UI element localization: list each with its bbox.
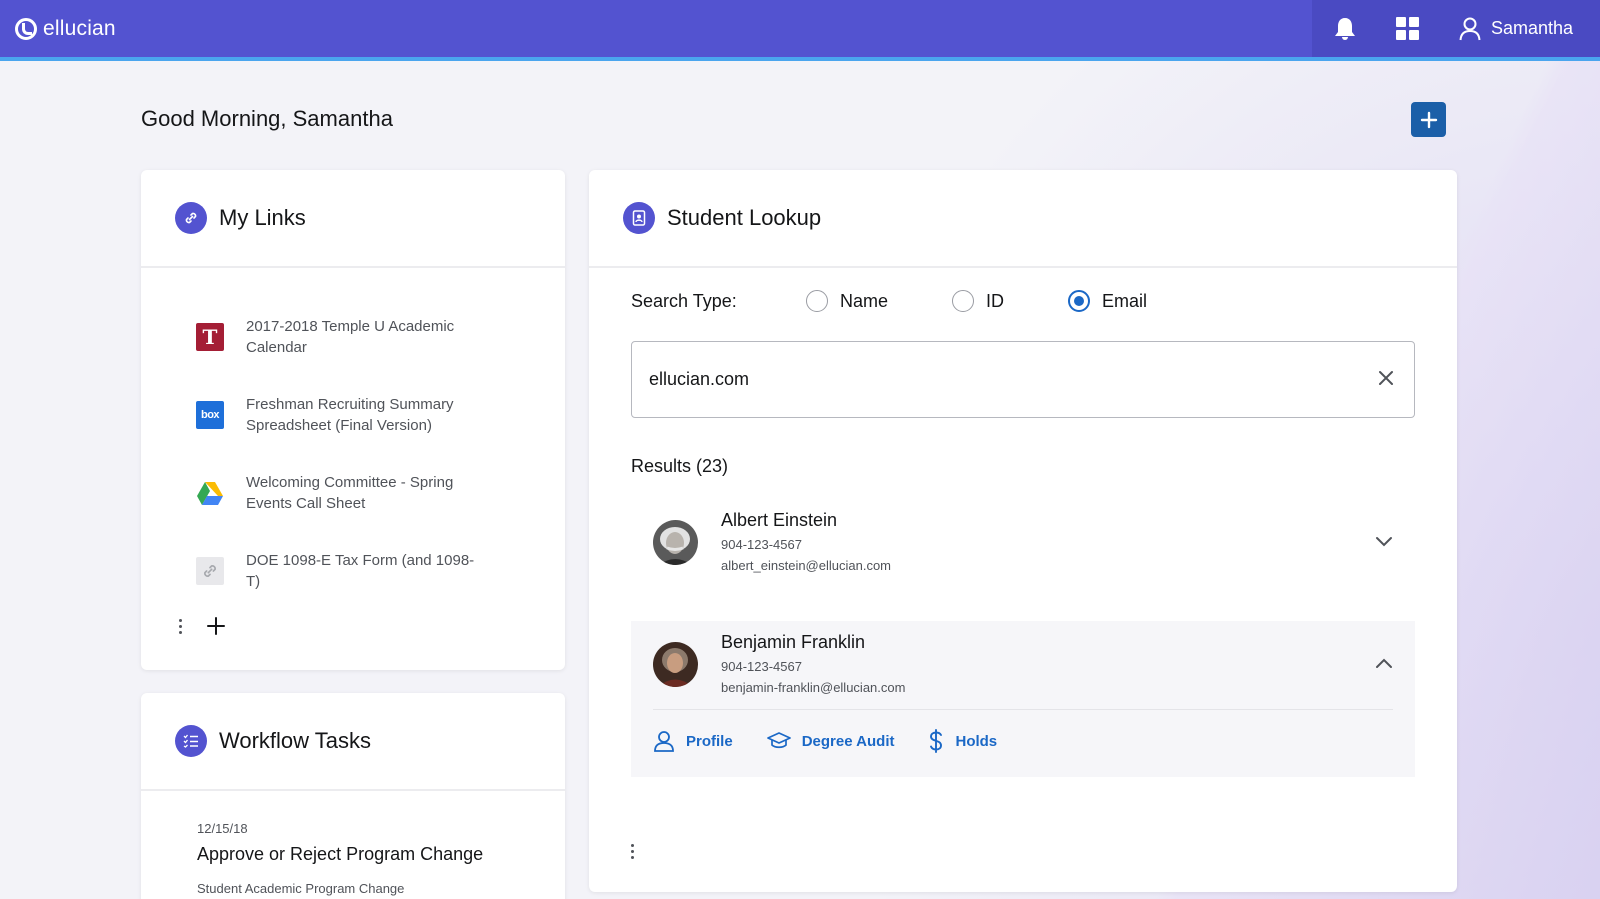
student-name: Albert Einstein (721, 510, 838, 530)
student-lookup-card: Student Lookup Search Type: Name ID Emai… (589, 170, 1457, 892)
brand-name: ellucian (43, 16, 116, 40)
link-item-welcoming-committee[interactable]: Welcoming Committee - Spring Events Call… (196, 454, 565, 532)
link-icon (175, 202, 207, 234)
link-item-tax-form[interactable]: DOE 1098-E Tax Form (and 1098-T) (196, 532, 565, 610)
user-icon (1459, 17, 1481, 40)
search-field[interactable] (631, 341, 1415, 418)
box-icon: box (196, 401, 224, 429)
link-item-recruiting-summary[interactable]: box Freshman Recruiting Summary Spreadsh… (196, 376, 565, 454)
add-link-button[interactable] (206, 616, 226, 636)
holds-label: Holds (955, 732, 998, 750)
id-card-icon (623, 202, 655, 234)
my-links-header: My Links (141, 170, 565, 268)
result-row-albert-einstein[interactable]: Albert Einstein 904-123-4567 albert_eins… (631, 490, 1415, 590)
user-name: Samantha (1491, 18, 1574, 38)
radio-id[interactable]: ID (952, 290, 1004, 312)
my-links-title: My Links (219, 205, 306, 230)
search-type-label: Search Type: (631, 290, 737, 311)
student-actions: Profile Degree Audit Holds (653, 729, 1031, 753)
radio-label: Email (1102, 290, 1148, 311)
student-name: Benjamin Franklin (721, 632, 866, 652)
header-actions: Samantha (1312, 0, 1600, 57)
student-lookup-title: Student Lookup (667, 205, 822, 230)
results-count: Results (23) (631, 456, 729, 476)
profile-link[interactable]: Profile (653, 730, 733, 752)
link-label: Welcoming Committee - Spring Events Call… (246, 474, 454, 512)
link-label: DOE 1098-E Tax Form (and 1098-T) (246, 552, 475, 590)
ellucian-logo[interactable]: ellucian (15, 17, 116, 41)
task-title: Approve or Reject Program Change (197, 844, 484, 864)
student-lookup-header: Student Lookup (589, 170, 1457, 268)
student-phone: 904-123-4567 (721, 537, 802, 552)
temple-u-icon: T (196, 323, 224, 351)
link-list: T 2017-2018 Temple U Academic Calendar b… (141, 268, 565, 610)
radio-email[interactable]: Email (1068, 290, 1147, 312)
result-row-benjamin-franklin[interactable]: Benjamin Franklin 904-123-4567 benjamin-… (631, 621, 1415, 777)
degree-audit-label: Degree Audit (801, 732, 895, 750)
radio-button-selected[interactable] (1068, 290, 1091, 312)
radio-button[interactable] (806, 290, 828, 312)
radio-label: ID (986, 290, 1005, 311)
link-label: Freshman Recruiting Summary Spreadsheet … (246, 396, 454, 434)
my-links-footer (179, 616, 226, 636)
degree-audit-link[interactable]: Degree Audit (766, 732, 895, 750)
user-menu[interactable]: Samantha (1459, 17, 1573, 41)
close-icon[interactable] (1376, 368, 1396, 388)
bell-icon[interactable] (1334, 17, 1356, 41)
task-list-icon (175, 725, 207, 757)
holds-link[interactable]: Holds (928, 729, 997, 753)
greeting-title: Good Morning, Samantha (141, 106, 393, 131)
more-options-icon[interactable] (179, 618, 182, 634)
workflow-title: Workflow Tasks (219, 728, 372, 753)
link-label: 2017-2018 Temple U Academic Calendar (246, 318, 455, 356)
search-type-group: Search Type: Name ID Email (631, 290, 1211, 312)
ellucian-logo-icon (15, 17, 37, 40)
dollar-icon (930, 729, 943, 753)
profile-label: Profile (686, 732, 733, 750)
student-phone: 904-123-4567 (721, 659, 802, 674)
plus-icon (1420, 111, 1437, 128)
workflow-task[interactable]: 12/15/18 Approve or Reject Program Chang… (141, 791, 565, 896)
apps-grid-icon[interactable] (1396, 17, 1419, 40)
user-icon (654, 731, 674, 752)
task-subtitle: Student Academic Program Change (197, 881, 405, 896)
radio-name[interactable]: Name (806, 290, 888, 312)
radio-button[interactable] (952, 290, 975, 312)
student-email: benjamin-franklin@ellucian.com (721, 680, 906, 695)
top-navigation-bar: ellucian Samantha (0, 0, 1600, 61)
chevron-up-icon[interactable] (1375, 657, 1393, 669)
link-item-academic-calendar[interactable]: T 2017-2018 Temple U Academic Calendar (196, 298, 565, 376)
google-drive-icon (196, 479, 224, 507)
my-links-card: My Links T 2017-2018 Temple U Academic C… (141, 170, 565, 670)
avatar (653, 520, 698, 565)
link-icon (196, 557, 224, 585)
radio-label: Name (840, 290, 889, 311)
graduation-cap-icon (766, 732, 791, 749)
add-card-button[interactable] (1411, 102, 1446, 137)
chevron-down-icon[interactable] (1375, 536, 1393, 548)
divider (653, 709, 1393, 710)
search-input[interactable] (649, 369, 1349, 390)
workflow-header: Workflow Tasks (141, 693, 565, 791)
avatar (653, 642, 698, 687)
task-date: 12/15/18 (197, 821, 248, 836)
more-options-icon[interactable] (631, 844, 634, 859)
student-email: albert_einstein@ellucian.com (721, 558, 892, 573)
workflow-tasks-card: Workflow Tasks 12/15/18 Approve or Rejec… (141, 693, 565, 899)
